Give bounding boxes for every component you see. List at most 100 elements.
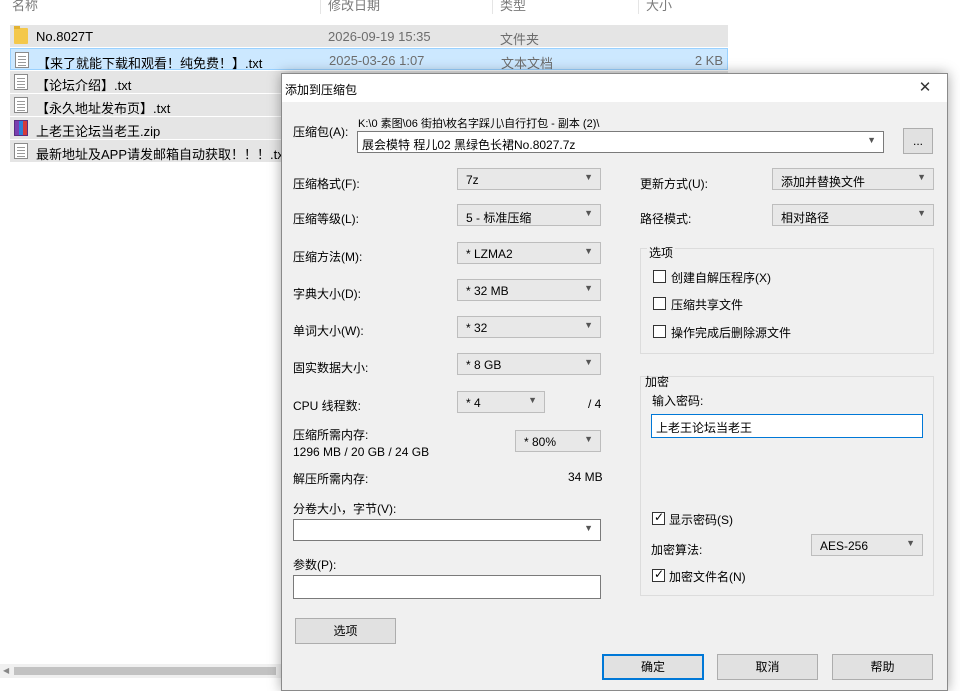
file-date: 2025-03-26 1:07 <box>329 53 425 68</box>
params-input[interactable] <box>293 575 601 599</box>
method-select[interactable]: * LZMA2 ▼ <box>457 242 601 264</box>
checkmark-icon: ✓ <box>654 567 665 581</box>
column-size[interactable]: 大小 <box>646 0 672 14</box>
update-select[interactable]: 添加并替换文件 ▼ <box>772 168 934 190</box>
chevron-down-icon: ▼ <box>584 246 593 256</box>
format-select[interactable]: 7z ▼ <box>457 168 601 190</box>
format-value: 7z <box>466 173 479 187</box>
chevron-down-icon[interactable]: ▼ <box>867 135 876 145</box>
ok-button[interactable]: 确定 <box>602 654 704 680</box>
archive-filename: 展会模特 程儿02 黑绿色长裙No.8027.7z <box>362 138 576 152</box>
scrollbar-thumb[interactable] <box>14 667 276 675</box>
file-date: 2026-09-19 15:35 <box>328 29 431 44</box>
delete-after-checkbox[interactable] <box>653 325 666 338</box>
split-combobox[interactable]: ▼ <box>293 519 601 541</box>
mem-percent-select[interactable]: * 80% ▼ <box>515 430 601 452</box>
encryption-method-label: 加密算法: <box>651 543 703 557</box>
sfx-checkbox[interactable] <box>653 270 666 283</box>
dict-label: 字典大小(D): <box>293 287 361 301</box>
file-name: 上老王论坛当老王.zip <box>36 124 161 139</box>
sfx-label[interactable]: 创建自解压程序(X) <box>671 269 771 286</box>
archive-name-combobox[interactable]: 展会模特 程儿02 黑绿色长裙No.8027.7z ▼ <box>357 131 884 153</box>
solid-label: 固实数据大小: <box>293 361 369 375</box>
mem-decompress-value: 34 MB <box>568 470 603 484</box>
update-label: 更新方式(U): <box>640 177 708 191</box>
text-file-icon <box>15 52 29 68</box>
chevron-down-icon: ▼ <box>584 357 593 367</box>
mem-percent-value: * 80% <box>524 435 557 449</box>
cancel-button[interactable]: 取消 <box>717 654 818 680</box>
password-input[interactable]: 上老王论坛当老王 <box>651 414 923 438</box>
column-name[interactable]: 名称 <box>12 0 38 14</box>
column-date[interactable]: 修改日期 <box>328 0 380 14</box>
options-group: 选项 创建自解压程序(X) 压缩共享文件 操作完成后删除源文件 <box>640 244 934 354</box>
cpu-select[interactable]: * 4 ▼ <box>457 391 545 413</box>
help-button[interactable]: 帮助 <box>832 654 933 680</box>
solid-value: * 8 GB <box>466 358 502 372</box>
scroll-left-icon[interactable]: ◀ <box>3 666 9 675</box>
column-divider[interactable] <box>492 0 493 14</box>
chevron-down-icon: ▼ <box>584 283 593 293</box>
file-row-txt[interactable]: 【来了就能下载和观看！纯免费！】.txt 2025-03-26 1:07 文本文… <box>10 48 728 71</box>
column-divider[interactable] <box>320 0 321 14</box>
encryption-group-title: 加密 <box>645 375 670 389</box>
method-label: 压缩方法(M): <box>293 250 363 264</box>
pathmode-value: 相对路径 <box>781 211 830 225</box>
level-label: 压缩等级(L): <box>293 212 360 226</box>
archive-label: 压缩包(A): <box>293 125 349 139</box>
text-file-icon <box>14 143 28 159</box>
solid-select[interactable]: * 8 GB ▼ <box>457 353 601 375</box>
dict-select[interactable]: * 32 MB ▼ <box>457 279 601 301</box>
shared-files-label[interactable]: 压缩共享文件 <box>671 296 743 313</box>
file-row-folder[interactable]: No.8027T 2026-09-19 15:35 文件夹 <box>10 25 728 47</box>
dialog-titlebar[interactable]: 添加到压缩包 ✕ <box>282 74 947 102</box>
chevron-down-icon: ▼ <box>528 395 537 405</box>
level-value: 5 - 标准压缩 <box>466 211 532 225</box>
mem-decompress-label: 解压所需内存: <box>293 472 369 486</box>
browse-button[interactable]: ... <box>903 128 933 154</box>
encryption-method-value: AES-256 <box>820 539 869 553</box>
chevron-down-icon: ▼ <box>917 208 926 218</box>
delete-after-label[interactable]: 操作完成后删除源文件 <box>671 324 791 341</box>
cpu-max: / 4 <box>588 397 602 411</box>
encryption-method-select[interactable]: AES-256 ▼ <box>811 534 923 556</box>
pathmode-label: 路径模式: <box>640 212 692 226</box>
file-name: No.8027T <box>36 29 94 44</box>
archive-path: K:\0 素图\06 街拍\枚名字踩儿\自行打包 - 副本 (2)\ <box>358 118 600 130</box>
file-name: 【来了就能下载和观看！纯免费！】.txt <box>37 56 263 71</box>
shared-files-checkbox[interactable] <box>653 297 666 310</box>
zip-file-icon <box>14 120 28 136</box>
show-password-label[interactable]: 显示密码(S) <box>669 511 733 528</box>
file-type: 文件夹 <box>500 32 540 47</box>
folder-icon <box>14 26 28 44</box>
chevron-down-icon: ▼ <box>584 434 593 444</box>
level-select[interactable]: 5 - 标准压缩 ▼ <box>457 204 601 226</box>
close-icon[interactable]: ✕ <box>903 74 947 102</box>
encrypt-names-label[interactable]: 加密文件名(N) <box>669 568 746 585</box>
chevron-down-icon: ▼ <box>584 320 593 330</box>
text-file-icon <box>14 97 28 113</box>
chevron-down-icon[interactable]: ▼ <box>584 523 593 533</box>
chevron-down-icon: ▼ <box>584 208 593 218</box>
chevron-down-icon: ▼ <box>906 538 915 548</box>
horizontal-scrollbar[interactable]: ◀ <box>0 664 282 678</box>
options-button[interactable]: 选项 <box>295 618 396 644</box>
column-type[interactable]: 类型 <box>500 0 526 14</box>
checkmark-icon: ✓ <box>654 510 665 524</box>
word-value: * 32 <box>466 321 488 335</box>
format-label: 压缩格式(F): <box>293 177 360 191</box>
password-label: 输入密码: <box>652 394 704 408</box>
encrypt-names-checkbox[interactable]: ✓ <box>652 567 665 582</box>
update-value: 添加并替换文件 <box>781 175 866 189</box>
add-to-archive-dialog: 添加到压缩包 ✕ 压缩包(A): K:\0 素图\06 街拍\枚名字踩儿\自行打… <box>281 73 948 691</box>
text-file-icon <box>14 74 28 90</box>
word-select[interactable]: * 32 ▼ <box>457 316 601 338</box>
pathmode-select[interactable]: 相对路径 ▼ <box>772 204 934 226</box>
mem-compress-detail: 1296 MB / 20 GB / 24 GB <box>293 445 430 459</box>
encryption-group: 加密 输入密码: 上老王论坛当老王 ✓ 显示密码(S) 加密算法: AES-25… <box>640 375 934 596</box>
chevron-down-icon: ▼ <box>917 172 926 182</box>
show-password-checkbox[interactable]: ✓ <box>652 510 665 525</box>
file-name: 【永久地址发布页】.txt <box>36 101 171 116</box>
column-divider[interactable] <box>638 0 639 14</box>
split-label: 分卷大小，字节(V): <box>293 502 397 516</box>
